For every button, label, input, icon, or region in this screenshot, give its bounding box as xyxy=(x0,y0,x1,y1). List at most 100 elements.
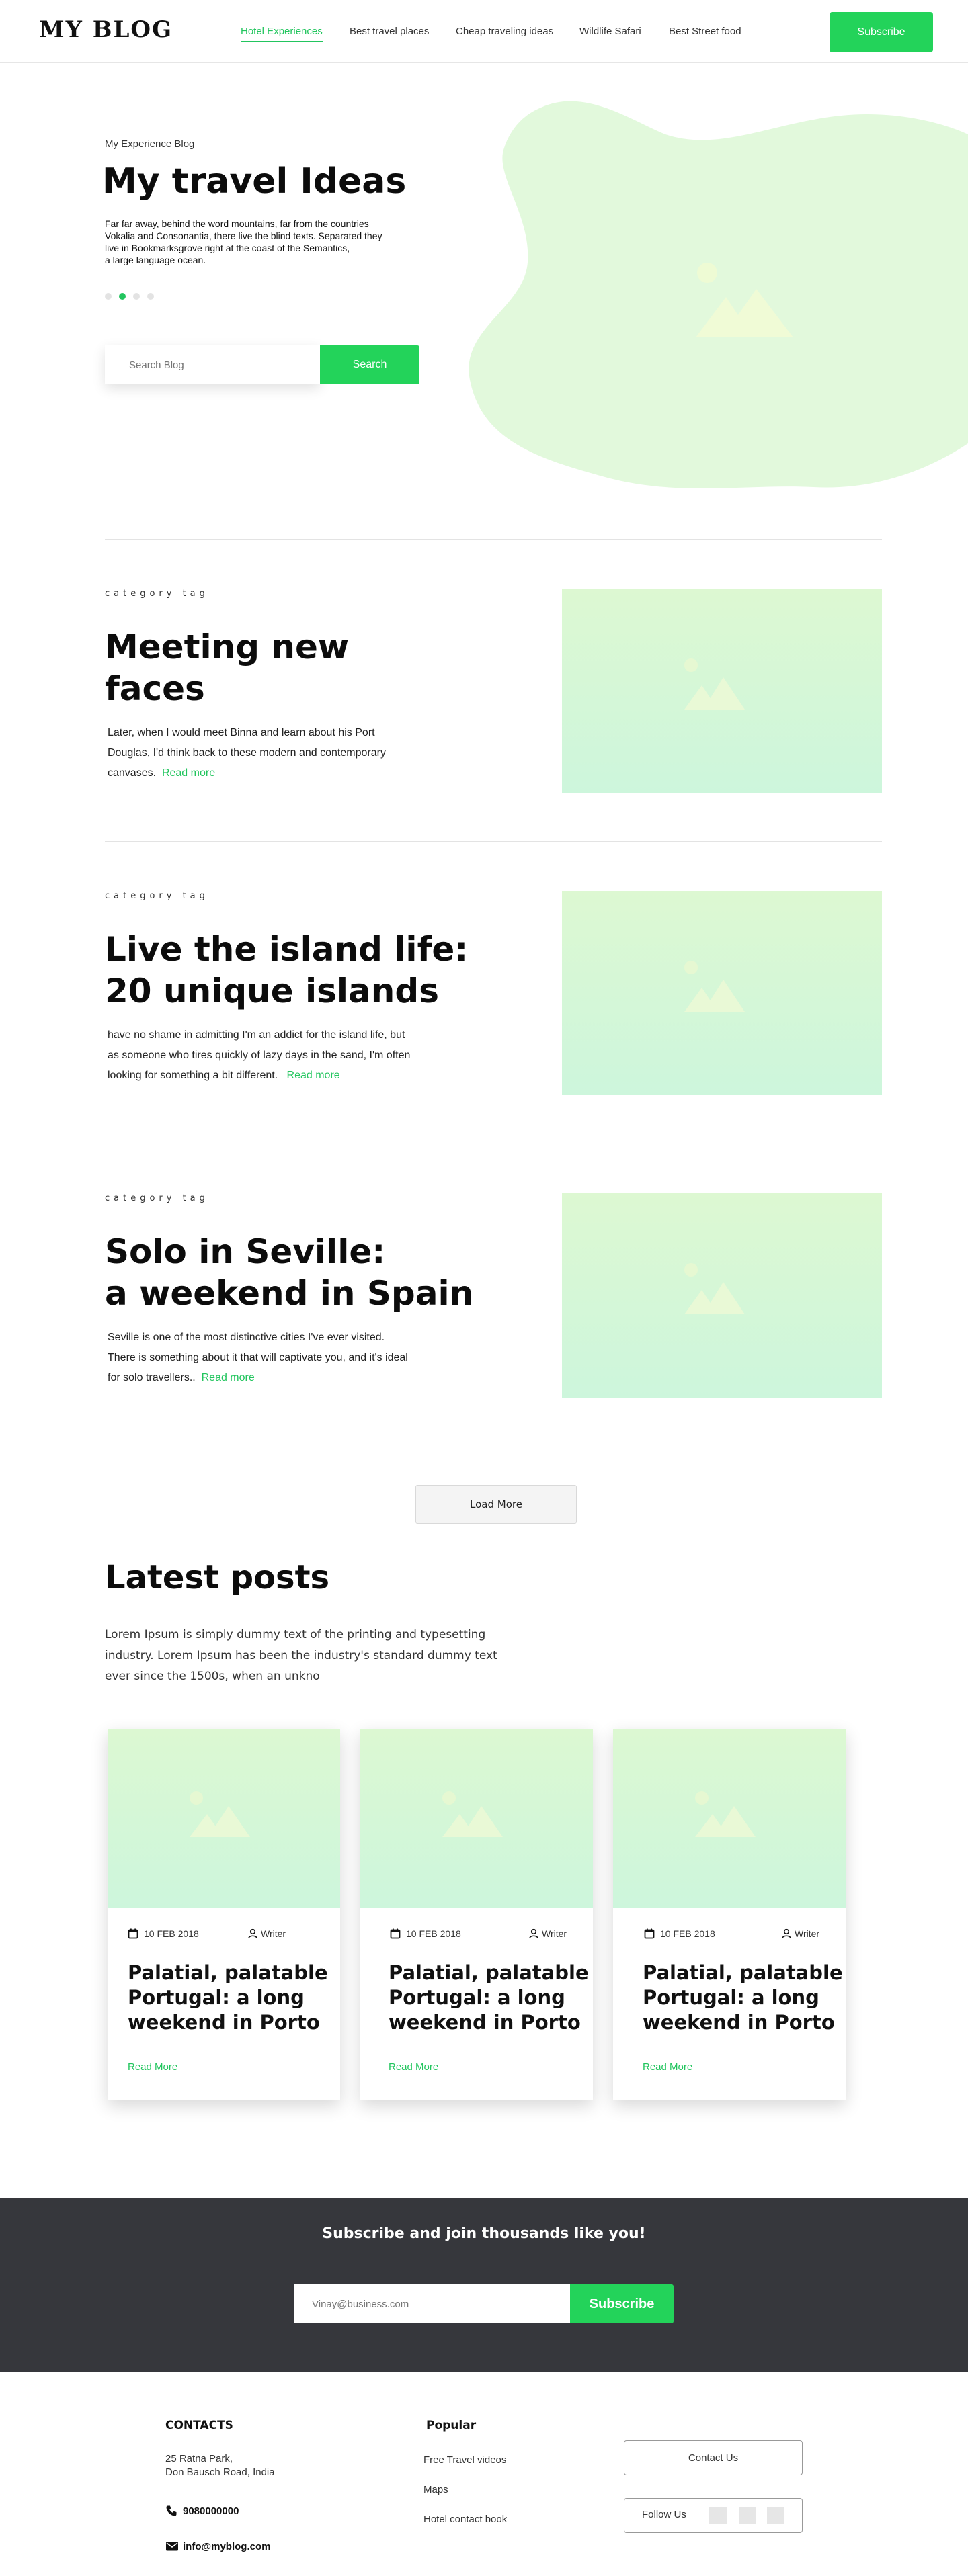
post-image[interactable] xyxy=(562,589,882,793)
calendar-icon xyxy=(390,1928,401,1939)
post-excerpt-line: Seville is one of the most distinctive c… xyxy=(108,1332,385,1343)
section-divider xyxy=(105,539,882,540)
card-author-text: Writer xyxy=(795,1928,820,1939)
post-excerpt-line: Later, when I would meet Binna and learn… xyxy=(108,727,375,738)
card-title-line: weekend in Porto xyxy=(643,2011,835,2034)
read-more-link[interactable]: Read more xyxy=(202,1372,255,1383)
footer-popular-link[interactable]: Maps xyxy=(424,2483,448,2497)
nav-item-cheap-traveling-ideas[interactable]: Cheap traveling ideas xyxy=(456,26,553,37)
phone-icon xyxy=(166,2505,177,2516)
post-excerpt: Later, when I would meet Binna and learn… xyxy=(108,723,386,783)
post-image[interactable] xyxy=(562,891,882,1095)
header-subscribe-button[interactable]: Subscribe xyxy=(830,12,933,52)
nav-item-best-travel-places[interactable]: Best travel places xyxy=(350,26,429,37)
site-logo[interactable]: MY BLOG xyxy=(39,16,173,43)
card-image[interactable] xyxy=(108,1729,340,1908)
post-card[interactable]: 10 FEB 2018 Writer Palatial, palatable P… xyxy=(108,1729,340,2100)
read-more-link[interactable]: Read more xyxy=(287,1070,340,1081)
latest-posts-title: Latest posts xyxy=(105,1559,330,1596)
footer-address: 25 Ratna Park, Don Bausch Road, India xyxy=(165,2452,275,2479)
hero-text-line: live in Bookmarksgrove right at the coas… xyxy=(105,243,350,253)
footer-popular-link[interactable]: Hotel contact book xyxy=(424,2513,507,2526)
subscribe-button[interactable]: Subscribe xyxy=(570,2284,674,2323)
card-image[interactable] xyxy=(360,1729,593,1908)
footer-address-line: 25 Ratna Park, xyxy=(165,2453,233,2464)
card-date: 10 FEB 2018 xyxy=(128,1928,199,1939)
post-excerpt-line: for solo travellers.. xyxy=(108,1372,196,1383)
read-more-link[interactable]: Read more xyxy=(162,767,215,779)
contact-us-button[interactable]: Contact Us xyxy=(624,2440,803,2475)
post-image[interactable] xyxy=(562,1193,882,1398)
hero-eyebrow: My Experience Blog xyxy=(105,138,195,150)
slider-dot[interactable] xyxy=(105,293,112,300)
card-title-line: Portugal: a long xyxy=(389,1986,565,2009)
image-placeholder-icon xyxy=(684,1263,745,1314)
card-author: Writer xyxy=(247,1928,286,1939)
slider-dot-active[interactable] xyxy=(119,293,126,300)
card-title[interactable]: Palatial, palatable Portugal: a long wee… xyxy=(128,1961,329,2035)
calendar-icon xyxy=(644,1928,655,1939)
social-icon[interactable] xyxy=(709,2507,727,2524)
nav-active-underline xyxy=(241,41,323,42)
footer-phone[interactable]: 9080000000 xyxy=(165,2505,239,2517)
footer-email[interactable]: info@myblog.com xyxy=(165,2541,270,2552)
footer-popular-link[interactable]: Free Travel videos xyxy=(424,2454,506,2467)
image-placeholder-icon xyxy=(442,1791,503,1837)
calendar-icon xyxy=(128,1928,138,1939)
image-placeholder-icon xyxy=(684,658,745,710)
card-image[interactable] xyxy=(613,1729,846,1908)
post-title-line: Meeting new xyxy=(105,628,350,667)
card-author: Writer xyxy=(781,1928,819,1939)
card-date-text: 10 FEB 2018 xyxy=(406,1928,461,1939)
latest-text-line: Lorem Ipsum is simply dummy text of the … xyxy=(105,1628,486,1641)
user-icon xyxy=(248,1928,257,1939)
social-icon[interactable] xyxy=(767,2507,784,2524)
slider-dot[interactable] xyxy=(133,293,140,300)
social-icon[interactable] xyxy=(739,2507,756,2524)
load-more-button[interactable]: Load More xyxy=(415,1485,577,1524)
search-input[interactable] xyxy=(105,345,320,384)
site-header: MY BLOG Hotel Experiences Best travel pl… xyxy=(0,0,968,63)
post-title-line: Solo in Seville: xyxy=(105,1232,386,1271)
nav-item-best-street-food[interactable]: Best Street food xyxy=(669,26,741,37)
slider-dot[interactable] xyxy=(147,293,154,300)
post-title-line: 20 unique islands xyxy=(105,972,439,1011)
post-excerpt-line: as someone who tires quickly of lazy day… xyxy=(108,1049,411,1061)
card-date: 10 FEB 2018 xyxy=(390,1928,461,1939)
post-excerpt-line: There is something about it that will ca… xyxy=(108,1352,408,1363)
card-read-more-link[interactable]: Read More xyxy=(643,2061,692,2073)
card-title[interactable]: Palatial, palatable Portugal: a long wee… xyxy=(389,1961,590,2035)
search-input-wrapper xyxy=(105,345,320,384)
post-excerpt-line: have no shame in admitting I'm an addict… xyxy=(108,1029,405,1041)
post-title[interactable]: Live the island life: 20 unique islands xyxy=(105,929,468,1012)
card-title[interactable]: Palatial, palatable Portugal: a long wee… xyxy=(643,1961,844,2035)
card-author-text: Writer xyxy=(542,1928,567,1939)
mail-icon xyxy=(166,2542,178,2551)
card-title-line: weekend in Porto xyxy=(128,2011,320,2034)
card-read-more-link[interactable]: Read More xyxy=(389,2061,438,2073)
post-category-tag: category tag xyxy=(105,891,209,901)
card-title-line: Palatial, palatable xyxy=(389,1961,589,1984)
card-author-text: Writer xyxy=(261,1928,286,1939)
post-card[interactable]: 10 FEB 2018 Writer Palatial, palatable P… xyxy=(613,1729,846,2100)
nav-item-hotel-experiences[interactable]: Hotel Experiences xyxy=(241,26,323,42)
post-card[interactable]: 10 FEB 2018 Writer Palatial, palatable P… xyxy=(360,1729,593,2100)
search-button[interactable]: Search xyxy=(320,345,419,384)
hero-text-line: Far far away, behind the word mountains,… xyxy=(105,218,369,229)
card-read-more-link[interactable]: Read More xyxy=(128,2061,177,2073)
follow-us-bar: Follow Us xyxy=(624,2498,803,2533)
card-title-line: Palatial, palatable xyxy=(128,1961,328,1984)
latest-posts-text: Lorem Ipsum is simply dummy text of the … xyxy=(105,1625,497,1687)
post-excerpt: Seville is one of the most distinctive c… xyxy=(108,1328,408,1388)
post-title[interactable]: Meeting new faces xyxy=(105,626,349,710)
latest-text-line: ever since the 1500s, when an unkno xyxy=(105,1670,320,1683)
subscribe-email-input[interactable] xyxy=(294,2284,570,2323)
latest-text-line: industry. Lorem Ipsum has been the indus… xyxy=(105,1649,497,1662)
hero-text-line: Vokalia and Consonantia, there live the … xyxy=(105,230,382,241)
nav-label: Hotel Experiences xyxy=(241,26,323,37)
subscribe-title: Subscribe and join thousands like you! xyxy=(322,2225,646,2242)
nav-item-wildlife-safari[interactable]: Wildlife Safari xyxy=(579,26,641,37)
post-title[interactable]: Solo in Seville: a weekend in Spain xyxy=(105,1231,473,1314)
image-placeholder-icon xyxy=(190,1791,250,1837)
post-excerpt-line: Douglas, I'd think back to these modern … xyxy=(108,747,386,759)
